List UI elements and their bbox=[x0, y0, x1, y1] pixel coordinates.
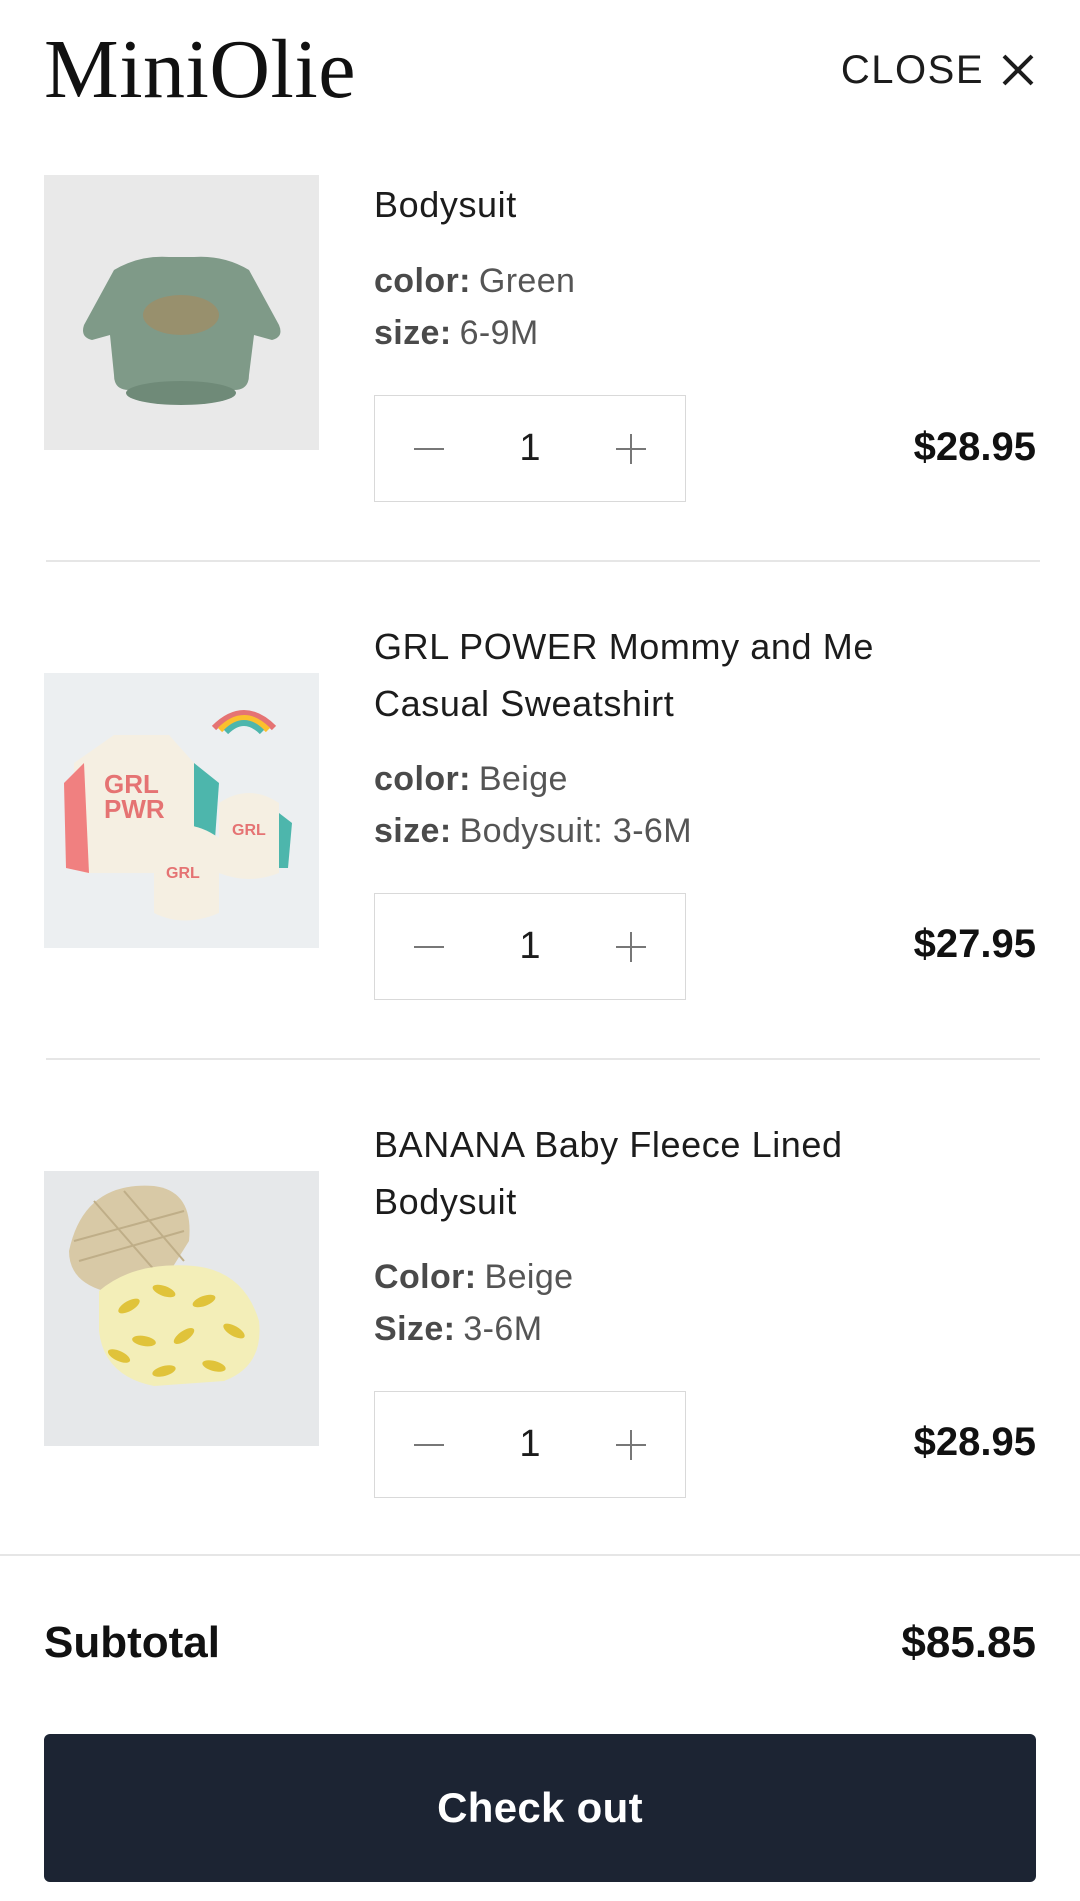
decrease-quantity-button[interactable] bbox=[375, 1392, 483, 1497]
product-image[interactable] bbox=[44, 1171, 319, 1446]
item-divider bbox=[46, 1058, 1040, 1060]
product-option-color: color: Beige bbox=[374, 756, 568, 802]
option-value: Beige bbox=[478, 760, 568, 798]
option-value: 3-6M bbox=[463, 1310, 543, 1348]
quantity-stepper[interactable]: 1 bbox=[374, 893, 686, 1000]
svg-text:PWR: PWR bbox=[104, 794, 165, 824]
product-option-size: size: Bodysuit: 3-6M bbox=[374, 808, 692, 854]
brand-logo[interactable]: MiniOlie bbox=[44, 22, 356, 118]
plus-icon bbox=[616, 1429, 646, 1460]
product-title-line: GRL POWER Mommy and Me bbox=[374, 626, 874, 667]
product-title[interactable]: BANANA Baby Fleece Lined Bodysuit bbox=[374, 1116, 1014, 1230]
minus-icon bbox=[414, 945, 444, 948]
product-title-line: Bodysuit bbox=[374, 1181, 517, 1222]
close-button[interactable]: CLOSE bbox=[841, 42, 1036, 98]
product-title-line: BANANA Baby Fleece Lined bbox=[374, 1124, 843, 1165]
increase-quantity-button[interactable] bbox=[577, 894, 685, 999]
quantity-value[interactable]: 1 bbox=[483, 925, 577, 968]
close-label: CLOSE bbox=[840, 47, 984, 92]
cart-header: MiniOlie CLOSE bbox=[0, 0, 1080, 146]
option-key: color: bbox=[374, 760, 471, 798]
product-title-line: Casual Sweatshirt bbox=[374, 683, 675, 724]
product-option-color: Color: Beige bbox=[374, 1254, 573, 1300]
decrease-quantity-button[interactable] bbox=[375, 894, 483, 999]
cart-items-list[interactable]: Bodysuit color: Green size: 6-9M 1 $28.95 bbox=[0, 0, 1080, 1555]
product-option-size: Size: 3-6M bbox=[374, 1306, 542, 1352]
svg-text:GRL: GRL bbox=[166, 865, 200, 882]
product-price: $27.95 bbox=[913, 922, 1036, 966]
subtotal-label: Subtotal bbox=[44, 1618, 220, 1667]
checkout-button[interactable]: Check out bbox=[44, 1734, 1036, 1882]
product-image[interactable]: GRL PWR GRL GRL bbox=[44, 673, 319, 948]
footer-divider bbox=[0, 1554, 1080, 1556]
option-key: size: bbox=[374, 812, 452, 850]
close-icon bbox=[1002, 54, 1034, 86]
option-key: Color: bbox=[374, 1258, 477, 1296]
option-key: Size: bbox=[374, 1310, 456, 1348]
product-price: $28.95 bbox=[913, 1420, 1036, 1464]
option-value: Beige bbox=[484, 1258, 574, 1296]
product-title[interactable]: GRL POWER Mommy and Me Casual Sweatshirt bbox=[374, 618, 1014, 732]
option-value: Bodysuit: 3-6M bbox=[459, 812, 692, 850]
grl-power-sweatshirt-image: GRL PWR GRL GRL bbox=[44, 673, 319, 948]
plus-icon bbox=[616, 931, 646, 962]
quantity-stepper[interactable]: 1 bbox=[374, 1391, 686, 1498]
increase-quantity-button[interactable] bbox=[577, 1392, 685, 1497]
subtotal-value: $85.85 bbox=[901, 1618, 1036, 1667]
minus-icon bbox=[414, 1443, 444, 1446]
item-divider bbox=[46, 560, 1040, 562]
banana-bodysuit-image bbox=[44, 1171, 319, 1446]
quantity-value[interactable]: 1 bbox=[483, 1423, 577, 1466]
svg-text:GRL: GRL bbox=[232, 822, 266, 839]
